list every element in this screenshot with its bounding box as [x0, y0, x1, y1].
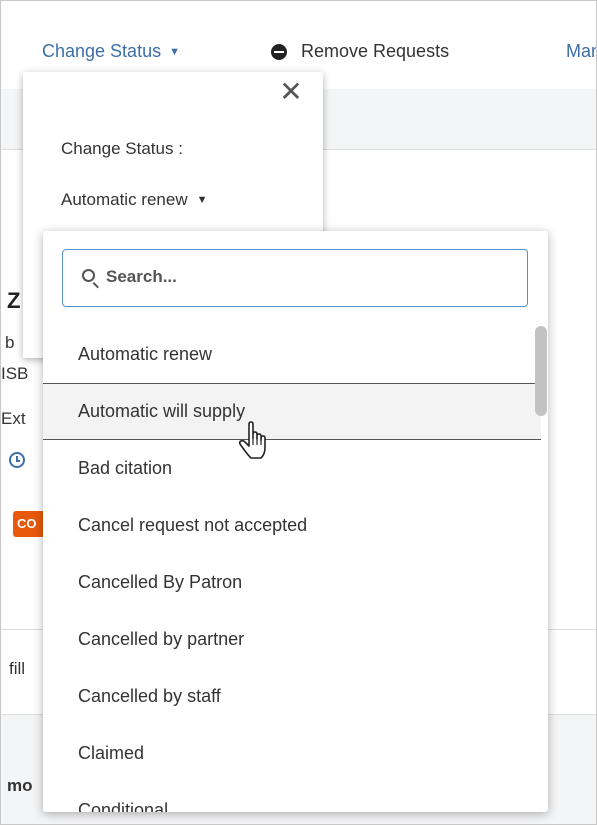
change-status-button[interactable]: Change Status ▼ — [42, 41, 180, 62]
status-option[interactable]: Cancelled By Patron — [43, 554, 541, 611]
request-line-author: b — [5, 333, 15, 352]
request-line-isbn: ISB — [1, 364, 29, 383]
remove-circle-icon — [271, 43, 287, 60]
status-option[interactable]: Conditional — [43, 782, 541, 812]
search-icon — [82, 269, 95, 282]
close-icon[interactable]: ✕ — [277, 78, 305, 106]
chevron-down-icon: ▼ — [169, 46, 180, 58]
request-title: Z — [7, 288, 21, 313]
status-option[interactable]: Bad citation — [43, 440, 541, 497]
scrollbar-thumb[interactable] — [535, 326, 547, 416]
status-select-value: Automatic renew — [61, 190, 188, 209]
fulfillment-fragment: fill — [9, 659, 26, 678]
lower-fragment: mo — [7, 776, 33, 795]
status-option[interactable]: Automatic renew — [43, 326, 541, 383]
status-option[interactable]: Cancelled by staff — [43, 668, 541, 725]
remove-requests-label: Remove Requests — [301, 41, 450, 61]
search-input[interactable] — [106, 262, 506, 292]
status-select[interactable]: Automatic renew ▼ — [61, 190, 208, 210]
status-option-hovered[interactable]: Automatic will supply — [43, 383, 541, 440]
chevron-down-icon: ▼ — [196, 194, 208, 206]
request-line-external: Ext — [1, 409, 26, 428]
manage-button[interactable]: Man — [566, 41, 596, 62]
clock-icon — [9, 452, 25, 468]
change-status-field-label: Change Status : — [61, 139, 183, 158]
app-frame: Change Status ▼ Remove Requests Man Z b I… — [0, 0, 597, 825]
hand-pointer-cursor-icon — [238, 421, 266, 459]
change-status-label: Change Status — [42, 41, 162, 61]
remove-requests-button[interactable]: Remove Requests — [271, 41, 449, 62]
search-field[interactable] — [62, 249, 528, 307]
status-option[interactable]: Claimed — [43, 725, 541, 782]
status-option[interactable]: Cancelled by partner — [43, 611, 541, 668]
status-option[interactable]: Cancel request not accepted — [43, 497, 541, 554]
status-dropdown: Automatic renew Automatic will supply Ba… — [43, 231, 548, 812]
